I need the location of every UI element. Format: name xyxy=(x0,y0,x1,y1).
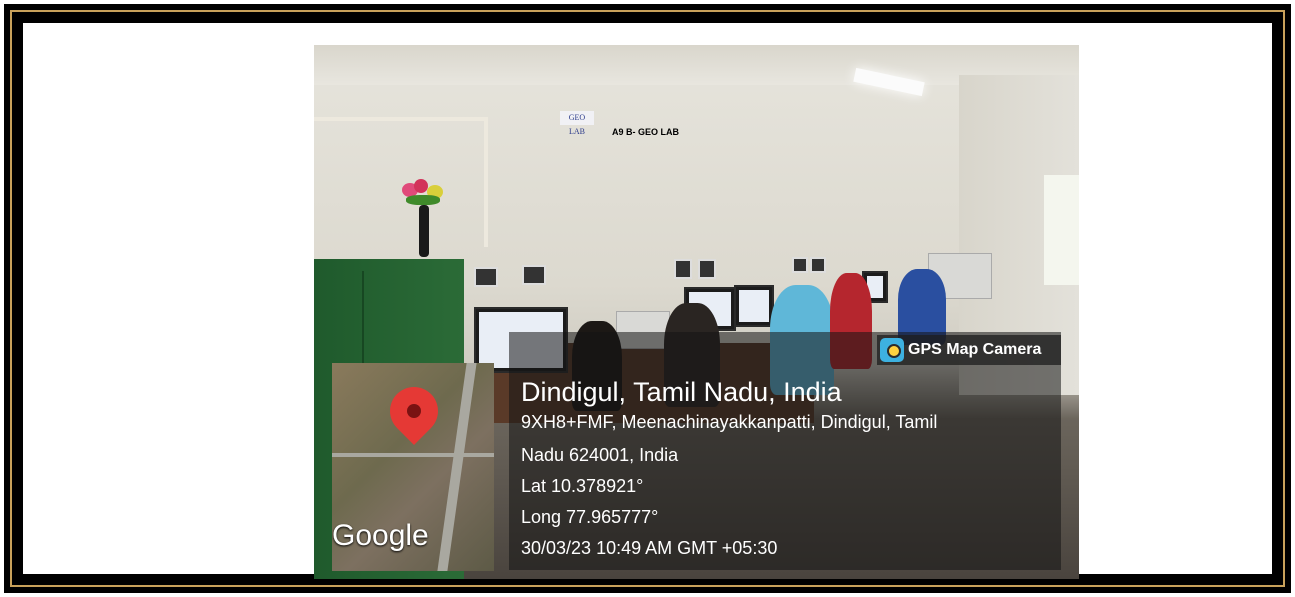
geo-lab-sign: GEO LAB xyxy=(560,111,594,136)
wall-pipe xyxy=(314,117,486,121)
google-logo: Google xyxy=(332,519,429,552)
flower-vase xyxy=(419,205,429,257)
wall-socket xyxy=(698,259,716,279)
longitude: Long 77.965777° xyxy=(521,507,659,527)
map-thumbnail: Google xyxy=(332,363,494,571)
wall-socket xyxy=(522,265,546,285)
gps-map-camera-badge: GPS Map Camera xyxy=(877,335,1061,365)
flower-red xyxy=(414,179,428,193)
map-pin-dot xyxy=(407,404,421,418)
location-title: Dindigul, Tamil Nadu, India xyxy=(521,377,842,407)
wall-socket xyxy=(474,267,498,287)
room-label: A9 B- GEO LAB xyxy=(612,127,680,137)
wall-pipe-vertical xyxy=(484,117,488,247)
wall-socket xyxy=(810,257,826,273)
window xyxy=(1044,175,1079,285)
timestamp: 30/03/23 10:49 AM GMT +05:30 xyxy=(521,538,778,558)
wall-socket xyxy=(792,257,808,273)
address-line-2: Nadu 624001, India xyxy=(521,445,679,465)
gps-map-camera-icon xyxy=(880,338,904,362)
flower-leaves xyxy=(406,195,440,205)
map-road xyxy=(437,363,477,571)
computer-monitor xyxy=(734,285,774,327)
map-road xyxy=(332,453,494,457)
badge-label: GPS Map Camera xyxy=(908,341,1042,358)
page-background: GEO LAB A9 B- GEO LAB Google GPS Map Cam… xyxy=(23,23,1272,579)
wall-socket xyxy=(674,259,692,279)
latitude: Lat 10.378921° xyxy=(521,476,644,496)
lab-photo: GEO LAB A9 B- GEO LAB Google GPS Map Cam… xyxy=(314,45,1079,579)
address-line-1: 9XH8+FMF, Meenachinayakkanpatti, Dindigu… xyxy=(521,412,938,432)
